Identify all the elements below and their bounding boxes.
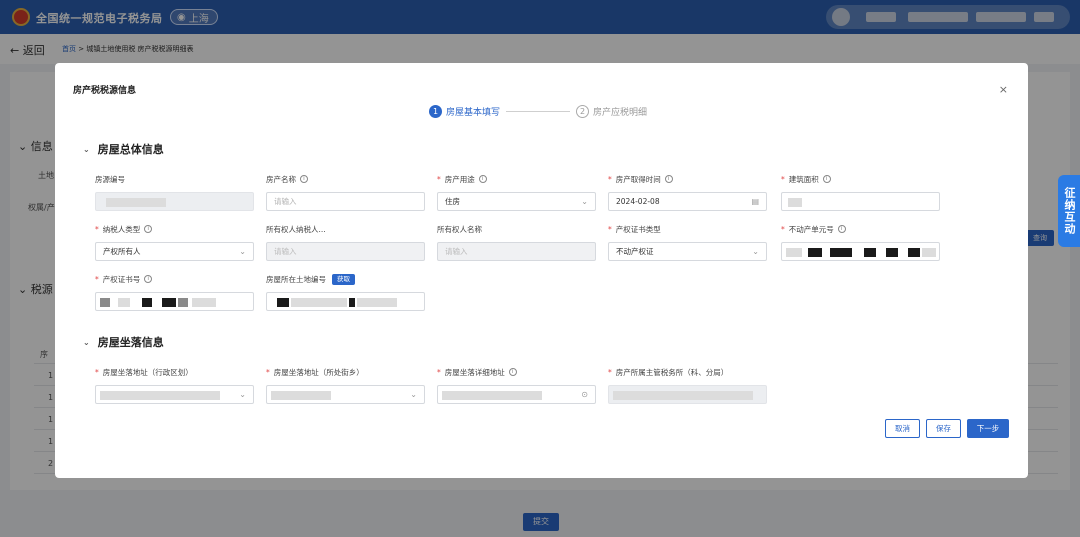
building-area-input[interactable] <box>781 192 940 211</box>
addr-street-select[interactable]: ⌄ <box>266 385 425 404</box>
info-icon[interactable]: i <box>144 225 153 233</box>
chevron-down-icon: ⌄ <box>752 247 759 256</box>
owner-name-input: 请输入 <box>437 242 596 261</box>
chevron-down-icon: ⌄ <box>239 390 246 399</box>
fetch-land-no-button[interactable]: 获取 <box>332 273 355 285</box>
property-tax-source-dialog: 房产税税源信息 × 1 房屋基本填写 2 房产应税明细 ⌄ 房屋总体信息 房源编… <box>55 63 1028 478</box>
field-owner-name: 所有权人名称 请输入 <box>437 223 596 261</box>
step-connector <box>506 110 571 112</box>
field-taxpayer-type: * 纳税人类型 i 产权所有人 ⌄ <box>95 223 254 261</box>
cert-type-select[interactable]: 不动产权证 ⌄ <box>608 242 767 261</box>
field-property-use: * 房产用途 i 住房 ⌄ <box>437 173 596 211</box>
info-icon[interactable]: i <box>508 368 517 376</box>
info-icon[interactable]: i <box>822 175 831 183</box>
info-icon[interactable]: i <box>300 175 308 183</box>
dialog-title: 房产税税源信息 <box>73 86 137 96</box>
chevron-down-icon: ⌄ <box>83 144 90 154</box>
field-building-area: * 建筑面积 i <box>781 173 940 211</box>
chevron-down-icon: ⌄ <box>239 247 246 256</box>
property-use-select[interactable]: 住房 ⌄ <box>437 192 596 211</box>
field-owner-taxid: 所有权人纳税人... 请输入 <box>266 223 425 261</box>
chevron-down-icon: ⌄ <box>581 197 588 206</box>
chevron-down-icon: ⌄ <box>83 337 90 347</box>
owner-taxid-input: 请输入 <box>266 242 425 261</box>
property-name-input[interactable]: 请输入 <box>266 192 425 211</box>
field-addr-district: * 房屋坐落地址（行政区划） ⌄ <box>95 366 254 404</box>
next-step-button[interactable]: 下一步 <box>967 419 1009 438</box>
info-icon[interactable]: i <box>478 175 487 183</box>
field-cert-type: * 产权证书类型 不动产权证 ⌄ <box>608 223 767 261</box>
step-2-label: 房产应税明细 <box>593 107 648 118</box>
addr-detail-input[interactable]: ⊙ <box>437 385 596 404</box>
close-icon[interactable]: × <box>999 83 1008 96</box>
acquire-time-datepicker[interactable]: 2024-02-08 ▤ <box>608 192 767 211</box>
step-1-label: 房屋基本填写 <box>446 107 501 118</box>
unit-no-input[interactable] <box>781 242 940 261</box>
step-2-number: 2 <box>576 104 590 118</box>
field-acquire-time: * 房产取得时间 i 2024-02-08 ▤ <box>608 173 767 211</box>
field-land-no: 房屋所在土地编号 获取 <box>266 273 425 311</box>
save-button[interactable]: 保存 <box>926 419 961 438</box>
location-pin-icon: ⊙ <box>581 390 588 399</box>
step-1-number: 1 <box>429 104 442 118</box>
info-icon[interactable]: i <box>664 175 673 183</box>
land-no-input[interactable] <box>266 292 425 311</box>
chevron-down-icon: ⌄ <box>410 390 417 399</box>
field-cert-no: * 产权证书号 i <box>95 273 254 311</box>
source-no-field <box>95 192 254 211</box>
interaction-side-tab[interactable]: 征纳互动 <box>1058 175 1080 247</box>
info-icon[interactable]: i <box>837 225 846 233</box>
calendar-icon: ▤ <box>751 197 759 206</box>
field-unit-no: * 不动产单元号 i <box>781 223 940 261</box>
field-addr-detail: * 房屋坐落详细地址 i ⊙ <box>437 366 596 404</box>
cert-no-input[interactable] <box>95 292 254 311</box>
field-property-name: 房产名称 i 请输入 <box>266 173 425 211</box>
addr-district-select[interactable]: ⌄ <box>95 385 254 404</box>
info-icon[interactable]: i <box>144 275 153 283</box>
step-indicator: 1 房屋基本填写 2 房产应税明细 <box>429 103 647 119</box>
section-location-info[interactable]: ⌄ 房屋坐落信息 <box>83 334 164 350</box>
taxpayer-type-select[interactable]: 产权所有人 ⌄ <box>95 242 254 261</box>
cancel-button[interactable]: 取消 <box>885 419 920 438</box>
tax-office-field <box>608 385 767 404</box>
section-general-info[interactable]: ⌄ 房屋总体信息 <box>83 141 164 157</box>
field-source-no: 房源编号 <box>95 173 254 211</box>
field-addr-street: * 房屋坐落地址（所处街乡） ⌄ <box>266 366 425 404</box>
field-tax-office: * 房产所属主管税务所（科、分局） <box>608 366 767 404</box>
